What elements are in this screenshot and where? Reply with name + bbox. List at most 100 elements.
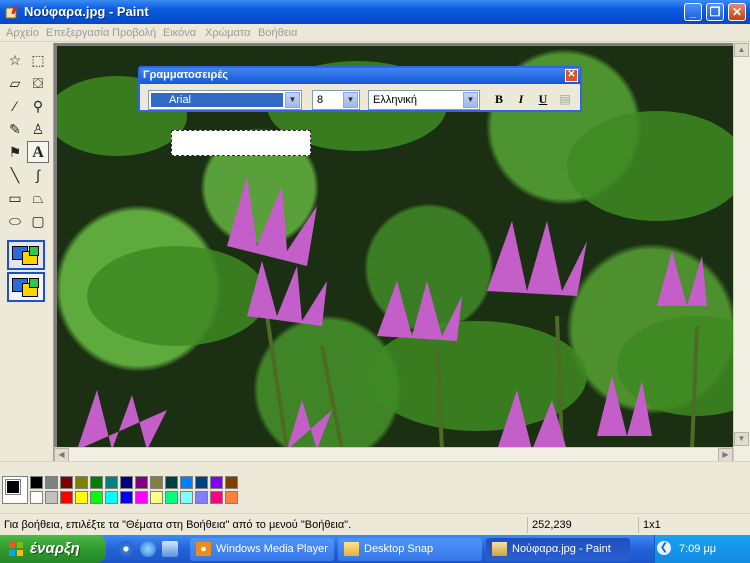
palette-swatch[interactable] <box>120 491 133 504</box>
clock[interactable]: 7:09 μμ <box>679 543 716 555</box>
fonts-toolbar-title: Γραμματοσειρές <box>143 69 229 81</box>
transparent-background-option[interactable] <box>7 272 45 302</box>
menu-colors[interactable]: Χρώματα <box>205 27 250 39</box>
free-form-select-icon[interactable]: ☆ <box>4 49 26 71</box>
palette-swatch[interactable] <box>225 491 238 504</box>
font-script-select[interactable]: Ελληνική ▼ <box>368 90 480 110</box>
status-bar: Για βοήθεια, επιλέξτε τα "Θέματα στη Βοή… <box>0 513 750 535</box>
scroll-up-icon[interactable]: ▲ <box>734 43 749 57</box>
current-colors[interactable] <box>2 476 28 504</box>
task-label: Desktop Snap <box>364 543 434 555</box>
underline-button[interactable]: U <box>534 90 552 108</box>
chevron-down-icon[interactable]: ▼ <box>285 92 300 108</box>
font-name-value: Arial <box>151 93 283 107</box>
scroll-right-icon[interactable]: ▶ <box>718 448 733 462</box>
status-selection-size: 1x1 <box>638 517 750 533</box>
palette-swatch[interactable] <box>225 476 238 489</box>
vertical-scrollbar[interactable]: ▲ ▼ <box>733 43 750 461</box>
fill-icon[interactable]: ⛋ <box>27 72 49 94</box>
start-label: έναρξη <box>30 540 80 557</box>
eraser-icon[interactable]: ▱ <box>4 72 26 94</box>
fonts-toolbar-title-bar[interactable]: Γραμματοσειρές ✕ <box>140 68 580 84</box>
palette-swatch[interactable] <box>210 491 223 504</box>
fonts-toolbar-close-button[interactable]: ✕ <box>565 69 578 82</box>
airbrush-icon[interactable]: ⚑ <box>4 141 26 163</box>
system-tray: ❮ 7:09 μμ <box>654 535 750 563</box>
palette-swatch[interactable] <box>135 491 148 504</box>
palette-swatch[interactable] <box>30 491 43 504</box>
rounded-rectangle-icon[interactable]: ▢ <box>27 210 49 232</box>
palette-swatch[interactable] <box>90 476 103 489</box>
scroll-down-icon[interactable]: ▼ <box>734 432 749 446</box>
chevron-down-icon[interactable]: ▼ <box>463 92 478 108</box>
scroll-left-icon[interactable]: ◀ <box>54 448 69 462</box>
task-paint[interactable]: Νούφαρα.jpg - Paint <box>486 538 630 561</box>
palette-swatch[interactable] <box>210 476 223 489</box>
close-button[interactable]: ✕ <box>728 3 746 21</box>
palette-swatch[interactable] <box>30 476 43 489</box>
palette-swatch[interactable] <box>75 491 88 504</box>
palette-swatch[interactable] <box>195 491 208 504</box>
palette-swatch[interactable] <box>150 491 163 504</box>
magnifier-icon[interactable]: ⚲ <box>27 95 49 117</box>
brush-icon[interactable]: ♙ <box>27 118 49 140</box>
color-box <box>0 461 750 513</box>
curve-icon[interactable]: ∫ <box>27 164 49 186</box>
task-windows-media-player[interactable]: Windows Media Player <box>190 538 334 561</box>
palette-swatch[interactable] <box>150 476 163 489</box>
select-icon[interactable]: ⬚ <box>27 49 49 71</box>
palette-swatch[interactable] <box>135 476 148 489</box>
chevron-down-icon[interactable]: ▼ <box>343 92 358 108</box>
font-size-select[interactable]: 8 ▼ <box>312 90 360 110</box>
ellipse-icon[interactable]: ⬭ <box>4 210 26 232</box>
horizontal-scrollbar[interactable]: ◀ ▶ <box>54 447 733 462</box>
chevron-left-icon[interactable]: ❮ <box>657 541 671 555</box>
rectangle-icon[interactable]: ▭ <box>4 187 26 209</box>
menu-image[interactable]: Εικόνα <box>163 27 196 39</box>
palette-swatch[interactable] <box>45 476 58 489</box>
text-icon[interactable]: A <box>27 141 49 163</box>
italic-button[interactable]: I <box>512 90 530 108</box>
line-icon[interactable]: ╲ <box>4 164 26 186</box>
palette-swatch[interactable] <box>180 476 193 489</box>
palette-swatch[interactable] <box>165 491 178 504</box>
palette-swatch[interactable] <box>105 476 118 489</box>
palette-swatch[interactable] <box>75 476 88 489</box>
task-desktop-snap[interactable]: Desktop Snap <box>338 538 482 561</box>
palette-swatch[interactable] <box>105 491 118 504</box>
palette-swatch[interactable] <box>165 476 178 489</box>
bold-button[interactable]: B <box>490 90 508 108</box>
font-size-value: 8 <box>317 94 324 106</box>
windows-logo-icon <box>9 542 23 556</box>
opaque-background-option[interactable] <box>7 240 45 270</box>
palette-swatch[interactable] <box>195 476 208 489</box>
menu-view[interactable]: Προβολή <box>112 27 156 39</box>
palette-swatch[interactable] <box>60 491 73 504</box>
start-button[interactable]: έναρξη <box>0 535 106 563</box>
palette-swatch[interactable] <box>45 491 58 504</box>
maximize-icon: ❐ <box>709 5 721 19</box>
font-name-select[interactable]: Arial ▼ <box>148 90 302 110</box>
pick-color-icon[interactable]: ⁄ <box>4 95 26 117</box>
internet-explorer-icon[interactable] <box>140 541 156 557</box>
palette-swatch[interactable] <box>120 476 133 489</box>
media-player-quicklaunch-icon[interactable] <box>118 541 134 557</box>
show-desktop-icon[interactable] <box>162 541 178 557</box>
title-bar[interactable]: Νούφαρα.jpg - Paint _ ❐ ✕ <box>0 0 750 24</box>
text-entry-box[interactable] <box>171 130 311 156</box>
minimize-button[interactable]: _ <box>684 3 702 21</box>
toolbox: ☆ ⬚ ▱ ⛋ ⁄ ⚲ ✎ ♙ ⚑ A ╲ ∫ ▭ ⏢ ⬭ ▢ <box>0 43 54 461</box>
pencil-icon[interactable]: ✎ <box>4 118 26 140</box>
polygon-icon[interactable]: ⏢ <box>27 187 49 209</box>
palette-swatch[interactable] <box>90 491 103 504</box>
window-title: Νούφαρα.jpg - Paint <box>24 4 149 19</box>
palette-swatch[interactable] <box>60 476 73 489</box>
maximize-button[interactable]: ❐ <box>706 3 724 21</box>
vertical-text-icon[interactable]: ▤ <box>556 90 574 108</box>
menu-edit[interactable]: Επεξεργασία <box>46 27 109 39</box>
media-player-icon <box>196 542 211 556</box>
menu-file[interactable]: Αρχείο <box>6 27 39 39</box>
folder-icon <box>344 542 359 556</box>
palette-swatch[interactable] <box>180 491 193 504</box>
menu-help[interactable]: Βοήθεια <box>258 27 297 39</box>
